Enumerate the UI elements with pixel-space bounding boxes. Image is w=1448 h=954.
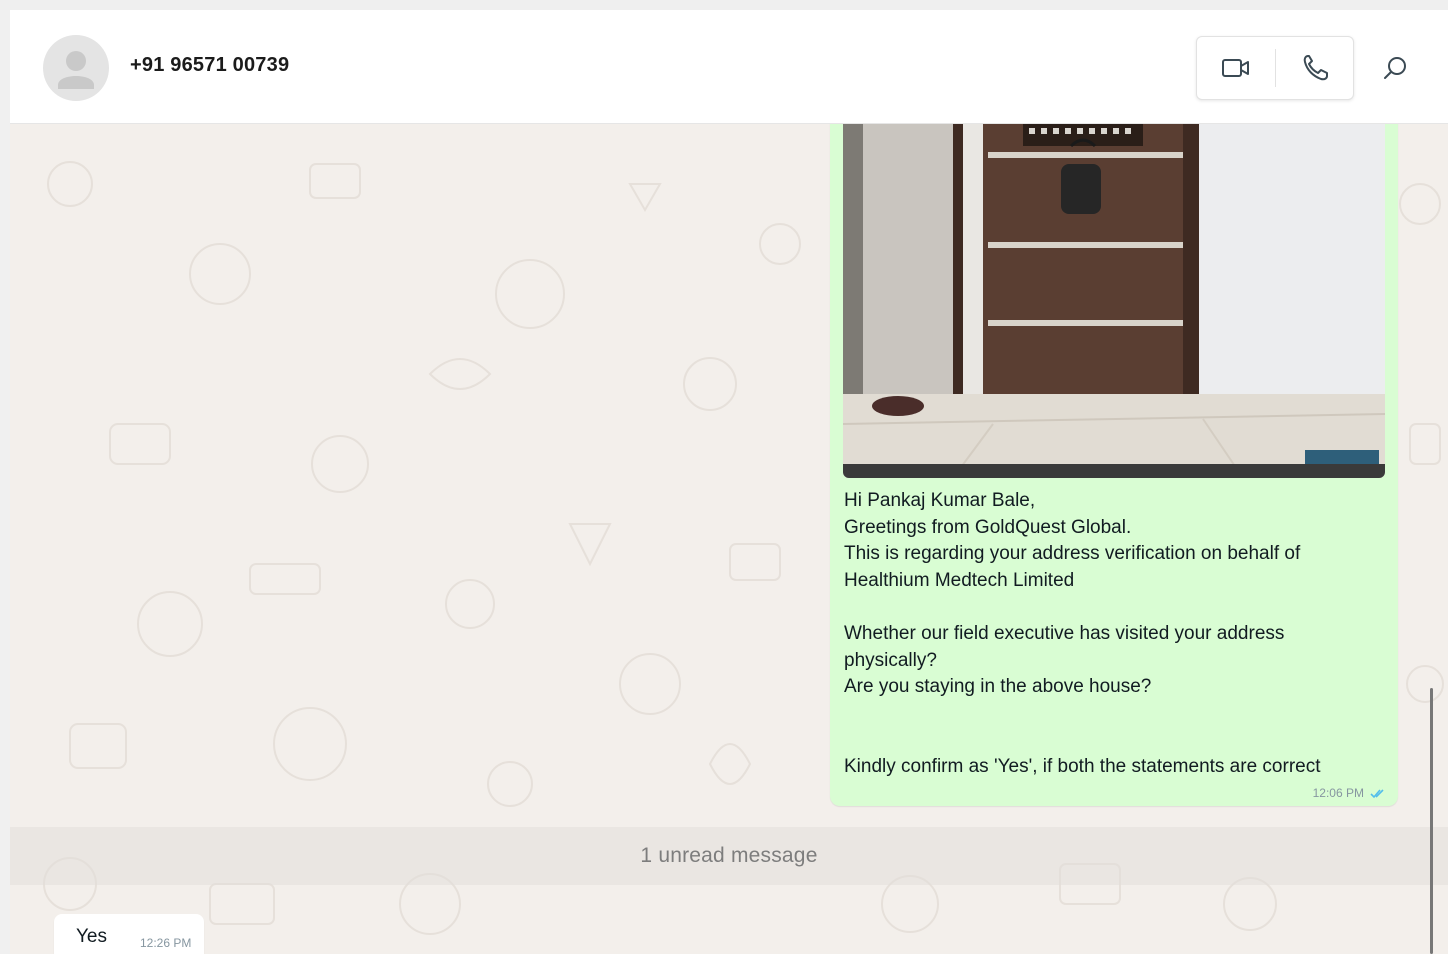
- voice-call-button[interactable]: [1276, 37, 1354, 99]
- unread-divider: 1 unread message: [10, 827, 1448, 885]
- video-camera-icon: [1222, 59, 1249, 77]
- phone-icon: [1303, 55, 1328, 81]
- incoming-message-time: 12:26 PM: [140, 936, 192, 950]
- incoming-message-bubble[interactable]: Yes 12:26 PM: [54, 914, 204, 954]
- chat-panel[interactable]: Hi Pankaj Kumar Bale, Greetings from Gol…: [10, 124, 1448, 954]
- chat-scrollbar[interactable]: [1430, 688, 1433, 954]
- video-call-button[interactable]: [1197, 37, 1275, 99]
- chat-header: +91 96571 00739: [10, 10, 1448, 124]
- door-photo-image: [843, 124, 1385, 478]
- call-button-group: [1196, 36, 1354, 100]
- app-window: +91 96571 00739 Hi Pankaj Kumar Bale, Gr…: [0, 0, 1448, 954]
- message-photo[interactable]: [843, 124, 1385, 478]
- default-avatar-icon: [58, 51, 94, 89]
- incoming-message-text: Yes: [76, 926, 107, 947]
- outgoing-message-text: Hi Pankaj Kumar Bale, Greetings from Gol…: [844, 490, 1321, 777]
- search-button[interactable]: [1374, 46, 1418, 90]
- outgoing-message-bubble[interactable]: Hi Pankaj Kumar Bale, Greetings from Gol…: [830, 124, 1398, 806]
- outgoing-message-meta: 12:06 PM: [1313, 786, 1386, 800]
- search-icon: [1384, 57, 1406, 79]
- unread-divider-label: 1 unread message: [640, 844, 818, 867]
- contact-name[interactable]: +91 96571 00739: [130, 54, 289, 77]
- contact-avatar[interactable]: [43, 35, 109, 101]
- window-top-strip: [0, 0, 1448, 10]
- double-check-icon: [1370, 788, 1384, 798]
- outgoing-message-time: 12:06 PM: [1312, 786, 1364, 800]
